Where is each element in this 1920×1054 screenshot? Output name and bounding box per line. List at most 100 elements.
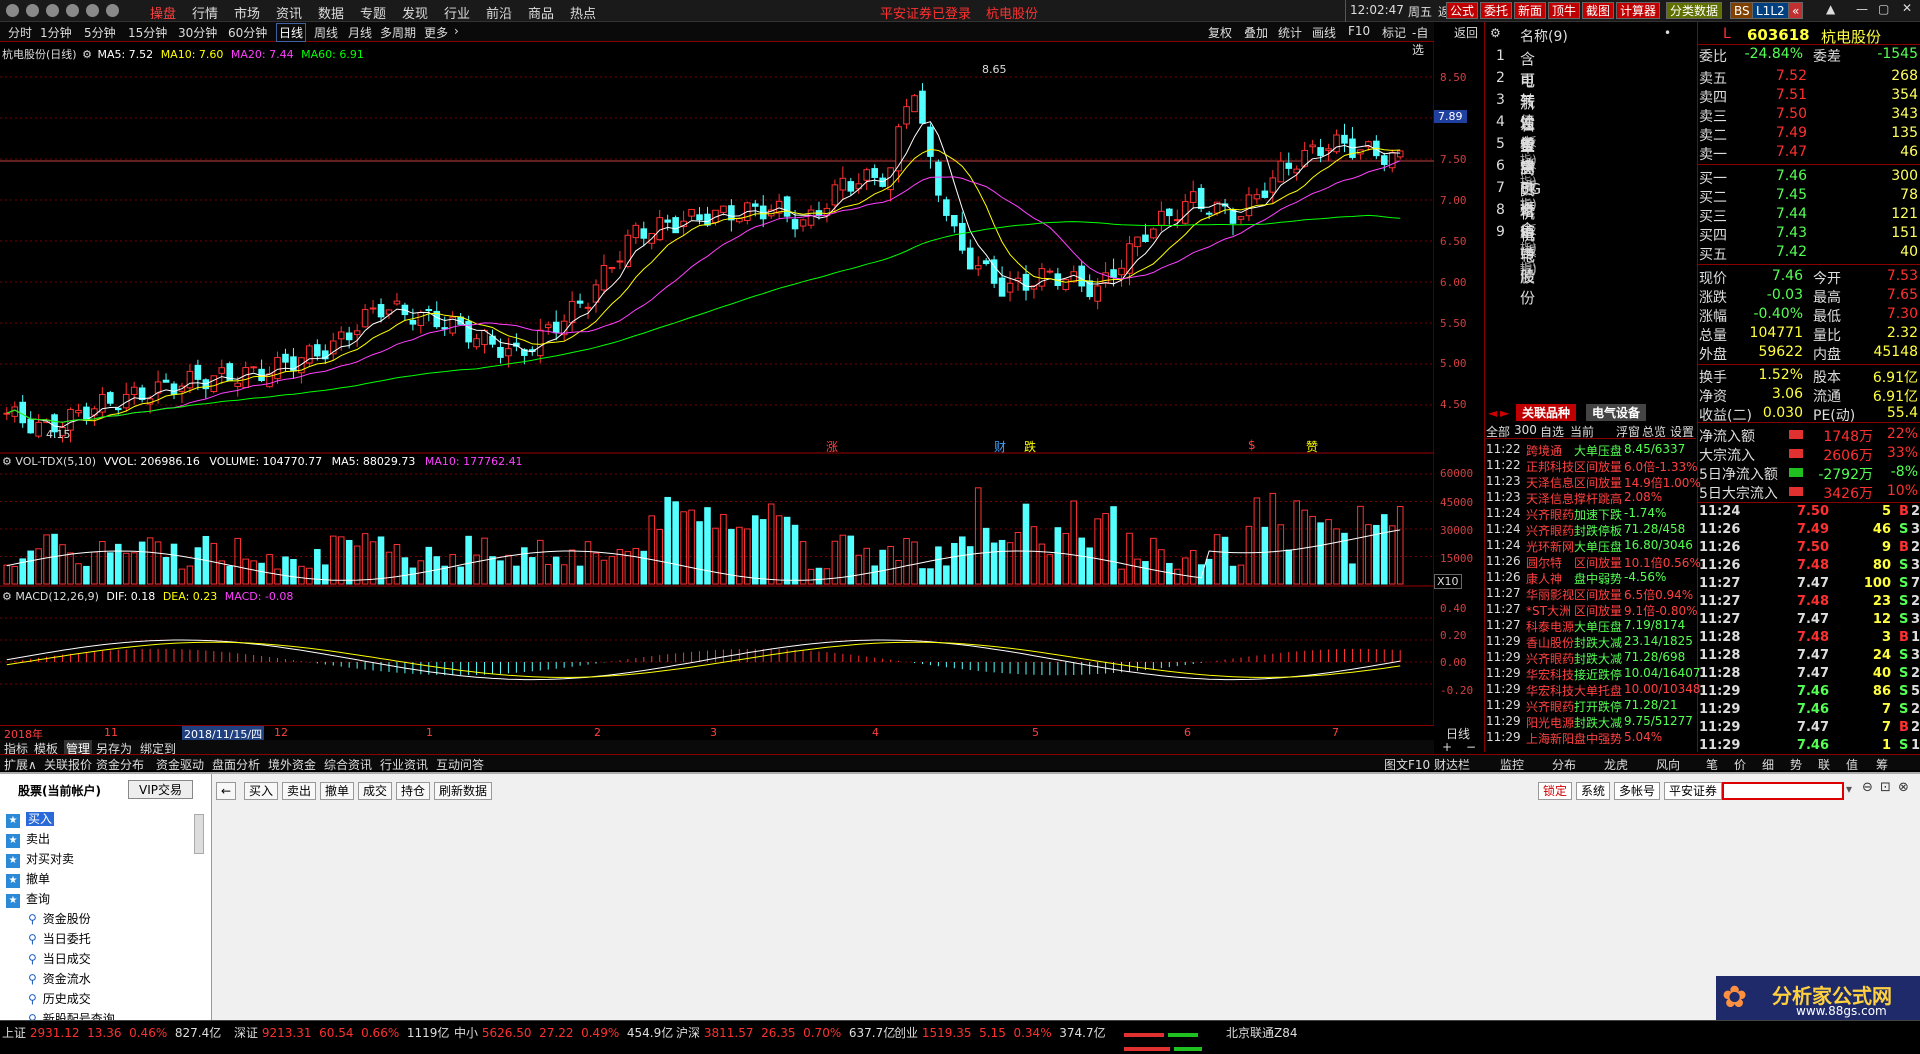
event-mark[interactable]: 涨 (826, 438, 838, 455)
chevron-down-icon[interactable]: ▾ (1846, 782, 1852, 796)
related-tab[interactable]: 电气设备 (1586, 404, 1647, 421)
l1l2-button[interactable]: L1L2 (1752, 2, 1789, 19)
radar-tab[interactable]: 总览 (1642, 423, 1666, 440)
lock-button[interactable]: 锁定 (1538, 782, 1573, 800)
menu-item[interactable]: 数据 (318, 3, 344, 22)
bs-button[interactable]: BS (1730, 2, 1754, 19)
ask-row[interactable]: 卖五 7.52 268 (1697, 68, 1920, 87)
menu-item[interactable]: 发现 (402, 3, 428, 22)
info-tab[interactable]: 风向 (1656, 756, 1680, 773)
info-tab[interactable]: 监控 (1500, 756, 1524, 773)
gear-icon[interactable]: ⚙ (1490, 26, 1501, 40)
kline-chart[interactable] (0, 42, 1434, 732)
window-circle-icon[interactable] (86, 4, 99, 17)
period-tab[interactable]: 月线 (348, 24, 372, 41)
radar-row[interactable]: 11:24 兴齐眼药 加速下跌 -1.74% (1486, 506, 1696, 522)
radar-row[interactable]: 11:27 华丽影视 区间放量 6.5倍0.94% (1486, 586, 1696, 602)
info-tab[interactable]: 分布 (1552, 756, 1576, 773)
related-tab-selected[interactable]: 关联品种 (1516, 404, 1577, 421)
broker-button[interactable]: 平安证券 (1664, 782, 1723, 800)
info-tab[interactable]: 龙虎 (1604, 756, 1628, 773)
radar-row[interactable]: 11:24 兴齐眼药 封跌停板 71.28/458 (1486, 522, 1696, 538)
period-tab[interactable]: 30分钟 (178, 24, 217, 41)
info-tab[interactable]: 资金驱动 (156, 756, 204, 773)
index-quote[interactable]: 深证 9213.31 60.54 0.66% 1119亿 (234, 1024, 449, 1041)
collapse-icon[interactable]: « (1788, 2, 1804, 19)
tree-item[interactable]: ★ 卖出 (6, 830, 50, 848)
tree-subitem[interactable]: ⚲ 资金股份 (28, 910, 91, 927)
tree-subitem[interactable]: ⚲ 当日委托 (28, 930, 91, 947)
period-tab[interactable]: 60分钟 (228, 24, 267, 41)
radar-row[interactable]: 11:29 兴齐眼药 封跌大减 71.28/698 (1486, 650, 1696, 666)
back-button[interactable]: ← (216, 782, 237, 800)
radar-row[interactable]: 11:29 香山股份 封跌大减 23.14/1825 (1486, 634, 1696, 650)
menu-item[interactable]: 操盘 (150, 3, 176, 22)
account-select[interactable] (1722, 782, 1844, 800)
index-quote[interactable]: 沪深 3811.57 26.35 0.70% 637.7亿 (676, 1024, 895, 1041)
tree-subitem[interactable]: ⚲ 历史成交 (28, 990, 91, 1007)
radar-row[interactable]: 11:27 科泰电源 大单压盘 7.19/8174 (1486, 618, 1696, 634)
screenshot-button[interactable]: 截图 (1582, 2, 1615, 19)
filled-button[interactable]: 成交 (358, 782, 393, 800)
window-circle-icon[interactable] (66, 4, 79, 17)
arrow-left-icon[interactable]: ◄ (1488, 406, 1497, 420)
refresh-button[interactable]: 刷新数据 (434, 782, 493, 800)
adjust-button[interactable]: 复权 (1208, 24, 1232, 41)
arrow-right-icon[interactable]: ► (1500, 406, 1509, 420)
formula-button[interactable]: 公式 (1446, 2, 1479, 19)
info-tab[interactable]: 值 (1846, 756, 1858, 773)
new-page-button[interactable]: 新面 (1514, 2, 1547, 19)
event-mark[interactable]: 赞 (1306, 438, 1318, 455)
radar-row[interactable]: 11:22 跨境通 大单压盘 8.45/6337 (1486, 442, 1696, 458)
draw-button[interactable]: 画线 (1312, 24, 1336, 41)
restore-icon[interactable]: ⊡ (1880, 780, 1891, 795)
radar-row[interactable]: 11:22 正邦科技 区间放量 6.0倍-1.33% (1486, 458, 1698, 474)
ask-row[interactable]: 卖一 7.47 46 (1697, 144, 1920, 163)
info-tab[interactable]: 联 (1818, 756, 1830, 773)
tree-subitem[interactable]: ⚲ 当日成交 (28, 950, 91, 967)
info-tab[interactable]: 图文F10 (1384, 756, 1430, 773)
close-icon[interactable]: ⊗ (1898, 780, 1909, 795)
radar-row[interactable]: 11:29 兴齐眼药 打开跌停 71.28/21 (1486, 698, 1696, 714)
menu-item[interactable]: 行情 (192, 3, 218, 22)
period-tab[interactable]: 15分钟 (128, 24, 167, 41)
info-tab[interactable]: 扩展∧ (4, 756, 37, 773)
radar-row[interactable]: 11:29 上海新阳 盘中强势 5.04% (1486, 730, 1696, 746)
menu-item[interactable]: 资讯 (276, 3, 302, 22)
ask-row[interactable]: 卖三 7.50 343 (1697, 106, 1920, 125)
info-tab[interactable]: 势 (1790, 756, 1802, 773)
radar-row[interactable]: 11:29 华宏科技 接近跌停 10.04/16407 (1486, 666, 1701, 682)
period-tab-selected[interactable]: 日线 (276, 23, 307, 42)
info-tab[interactable]: 关联报价 (44, 756, 92, 773)
multi-account-button[interactable]: 多帐号 (1614, 782, 1661, 800)
system-button[interactable]: 系统 (1576, 782, 1611, 800)
minimize-icon[interactable]: — (1856, 2, 1868, 16)
period-tab[interactable]: 多周期 (380, 24, 416, 41)
ask-row[interactable]: 卖二 7.49 135 (1697, 125, 1920, 144)
tree-item[interactable]: ★ 对买对卖 (6, 850, 74, 868)
menu-item[interactable]: 前沿 (486, 3, 512, 22)
cancel-order-button[interactable]: 撤单 (320, 782, 355, 800)
overlay-button[interactable]: 叠加 (1244, 24, 1268, 41)
minimize-icon[interactable]: ⊖ (1862, 780, 1873, 795)
chevron-right-icon[interactable]: › (454, 24, 459, 38)
radar-tab[interactable]: 300 (1514, 423, 1537, 437)
scrollbar[interactable] (194, 814, 204, 854)
menu-item[interactable]: 商品 (528, 3, 554, 22)
info-tab[interactable]: 盘面分析 (212, 756, 260, 773)
shirt-icon[interactable]: ▲ (1826, 2, 1835, 16)
menu-item[interactable]: 市场 (234, 3, 260, 22)
close-icon[interactable]: ✕ (1902, 1, 1912, 15)
return-button[interactable]: 返回 (1454, 24, 1478, 41)
index-quote[interactable]: 上证 2931.12 13.36 0.46% 827.4亿 (2, 1024, 221, 1041)
radar-row[interactable]: 11:26 康人神 盘中弱势 -4.56% (1486, 570, 1696, 586)
top-bull-button[interactable]: 顶牛 (1548, 2, 1581, 19)
index-quote[interactable]: 创业 1519.35 5.15 0.34% 374.7亿 (894, 1024, 1106, 1041)
window-circle-icon[interactable] (106, 4, 119, 17)
info-tab[interactable]: 行业资讯 (380, 756, 428, 773)
order-button[interactable]: 委托 (1480, 2, 1513, 19)
menu-circle-icon[interactable] (6, 4, 19, 17)
f10-button[interactable]: F10 (1348, 24, 1370, 38)
plus-icon[interactable]: + (1442, 740, 1452, 754)
info-tab[interactable]: 价 (1734, 756, 1746, 773)
